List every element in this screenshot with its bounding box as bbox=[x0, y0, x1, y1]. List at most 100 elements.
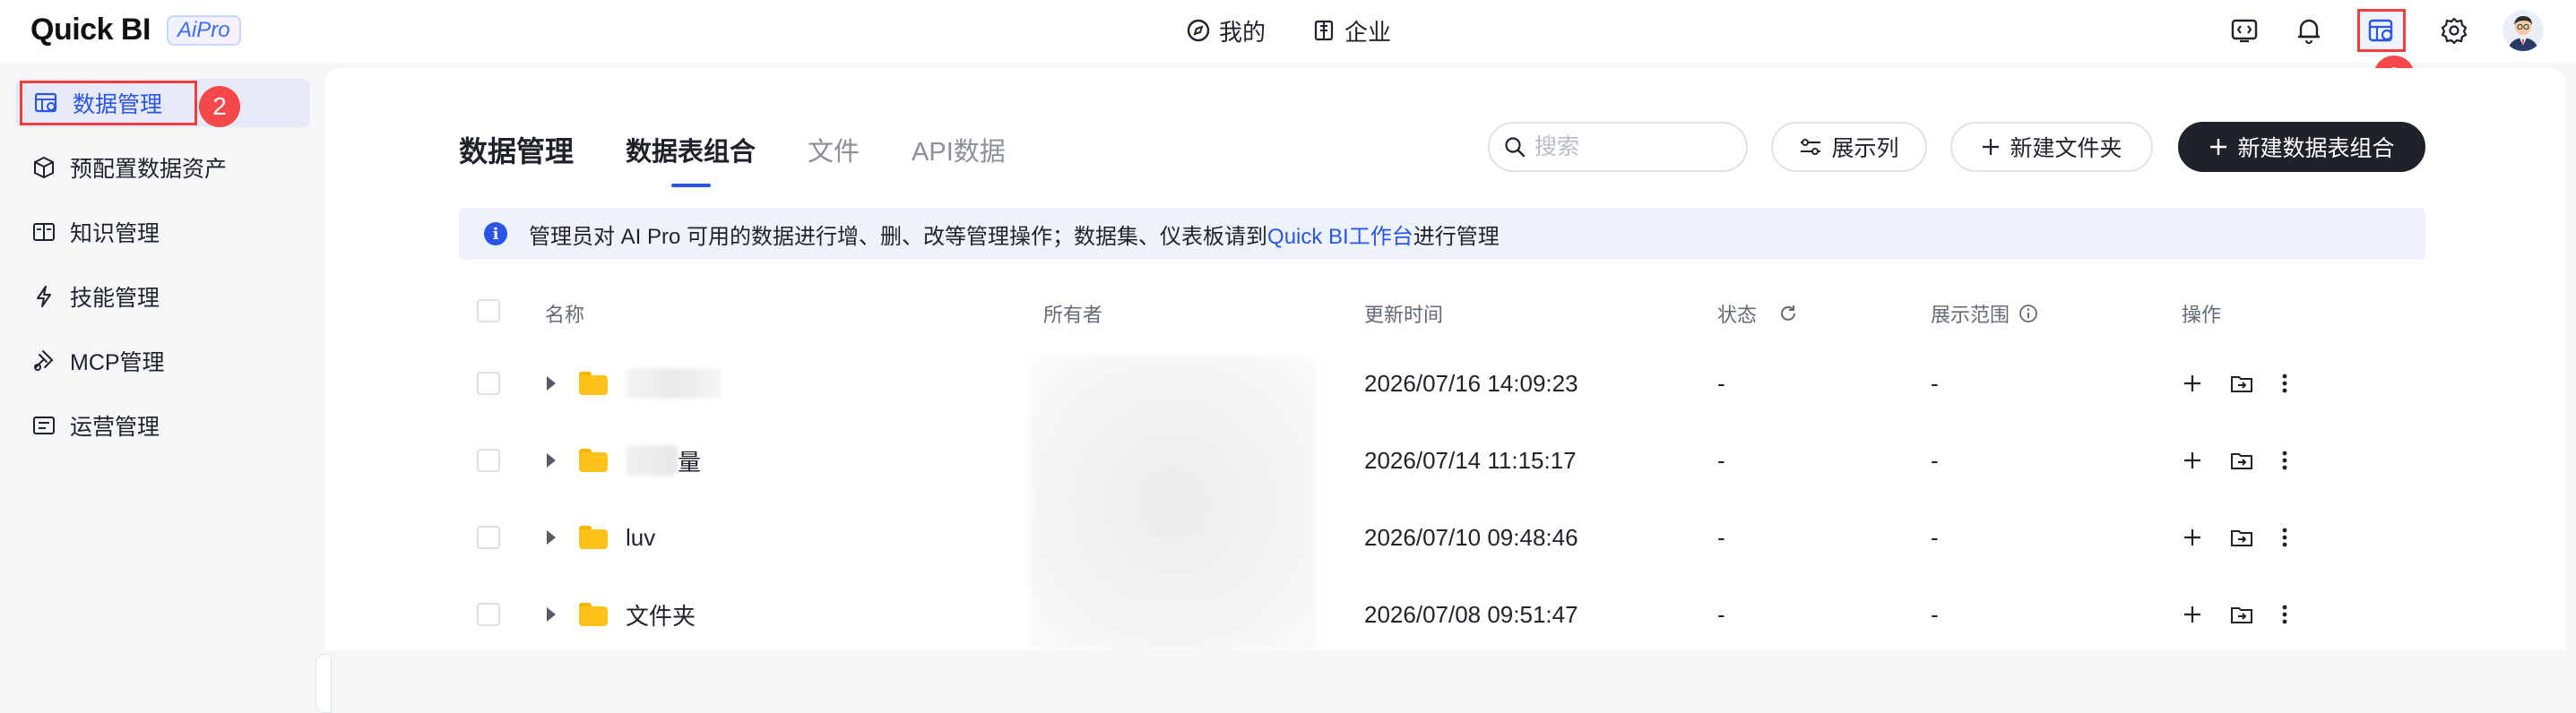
row-status: - bbox=[1717, 369, 1725, 397]
move-to-folder-icon[interactable] bbox=[2230, 450, 2253, 471]
mcp-icon bbox=[32, 349, 56, 373]
info-banner: i 管理员对 AI Pro 可用的数据进行增、删、改等管理操作；数据集、仪表板请… bbox=[459, 208, 2425, 260]
add-icon[interactable] bbox=[2182, 527, 2203, 548]
search-box[interactable] bbox=[1488, 122, 1748, 172]
column-name: 名称 bbox=[545, 299, 584, 328]
select-all-checkbox[interactable] bbox=[477, 299, 500, 322]
sidebar-collapse-handle[interactable] bbox=[316, 654, 332, 713]
page-title: 数据管理 bbox=[459, 135, 575, 168]
row-scope: - bbox=[1931, 369, 1939, 397]
nav-mine[interactable]: 我的 bbox=[1187, 13, 1266, 48]
columns-icon bbox=[1799, 138, 1822, 156]
sidebar-item-label: 技能管理 bbox=[70, 286, 160, 311]
sidebar-item-label: 运营管理 bbox=[70, 415, 160, 440]
expand-caret-icon[interactable] bbox=[547, 607, 556, 622]
more-icon[interactable] bbox=[2280, 449, 2289, 472]
tab-bar: 数据管理 数据表组合 文件 API数据 bbox=[459, 129, 1058, 187]
sidebar-item-label: 知识管理 bbox=[70, 221, 160, 246]
checkbox[interactable] bbox=[477, 299, 500, 322]
expand-caret-icon[interactable] bbox=[547, 453, 556, 468]
row-checkbox[interactable] bbox=[477, 526, 500, 549]
row-updated: 2026/07/10 09:48:46 bbox=[1364, 523, 1578, 551]
row-status: - bbox=[1717, 446, 1725, 474]
sidebar-item-operations[interactable]: 运营管理 bbox=[20, 403, 160, 448]
table-row[interactable]: 2026/07/16 14:09:23 - - bbox=[459, 345, 2425, 422]
column-updated: 更新时间 bbox=[1364, 299, 1443, 328]
table-row[interactable]: luv 2026/07/10 09:48:46 - - bbox=[459, 499, 2425, 576]
add-icon[interactable] bbox=[2182, 373, 2203, 394]
nav-mine-label: 我的 bbox=[1219, 18, 1266, 46]
nav-enterprise[interactable]: 企业 bbox=[1312, 13, 1391, 48]
report-icon bbox=[32, 415, 56, 436]
tab-api-data[interactable]: API数据 bbox=[912, 130, 1006, 169]
sidebar-item-knowledge[interactable]: 知识管理 bbox=[20, 210, 160, 254]
table-header: 名称 所有者 更新时间 状态 展示范围 操作 bbox=[459, 292, 2425, 331]
info-circle-icon[interactable] bbox=[2018, 304, 2038, 323]
row-checkbox[interactable] bbox=[477, 449, 500, 472]
table-row[interactable]: 文件夹 2026/07/08 09:51:47 - - bbox=[459, 576, 2425, 653]
sidebar-item-label: MCP管理 bbox=[70, 350, 165, 375]
info-banner-suffix: 进行管理 bbox=[1413, 224, 1500, 249]
add-icon[interactable] bbox=[2182, 604, 2203, 625]
column-header-label: 展示范围 bbox=[1931, 304, 2010, 326]
blurred-name bbox=[626, 445, 678, 476]
row-updated: 2026/07/16 14:09:23 bbox=[1364, 369, 1578, 397]
more-icon[interactable] bbox=[2280, 603, 2289, 626]
plus-icon bbox=[2209, 137, 2228, 157]
logo[interactable]: Quick BI AiPro bbox=[30, 13, 241, 47]
folder-icon bbox=[579, 526, 608, 549]
move-to-folder-icon[interactable] bbox=[2230, 604, 2253, 625]
plus-icon bbox=[1981, 137, 2001, 157]
move-to-folder-icon[interactable] bbox=[2230, 373, 2253, 394]
folder-icon bbox=[579, 372, 608, 395]
sidebar-item-mcp[interactable]: MCP管理 bbox=[20, 339, 165, 383]
column-header-label: 状态 bbox=[1717, 304, 1758, 326]
new-folder-button[interactable]: 新建文件夹 bbox=[1950, 122, 2153, 172]
row-checkbox[interactable] bbox=[477, 372, 500, 395]
row-updated: 2026/07/08 09:51:47 bbox=[1364, 600, 1578, 628]
tab-files[interactable]: 文件 bbox=[808, 130, 860, 169]
column-actions: 操作 bbox=[2182, 299, 2221, 328]
blurred-name bbox=[626, 368, 722, 399]
column-status: 状态 bbox=[1717, 299, 1798, 328]
bell-icon[interactable] bbox=[2293, 14, 2325, 47]
data-management-icon[interactable] bbox=[2357, 9, 2406, 52]
avatar[interactable] bbox=[2503, 10, 2544, 51]
annotation-marker-2: 2 bbox=[199, 86, 240, 127]
expand-caret-icon[interactable] bbox=[547, 376, 556, 391]
row-updated: 2026/07/14 11:15:17 bbox=[1364, 446, 1577, 474]
info-icon: i bbox=[484, 222, 507, 245]
code-icon[interactable] bbox=[2228, 14, 2260, 47]
more-icon[interactable] bbox=[2280, 372, 2289, 395]
column-header-label: 所有者 bbox=[1043, 304, 1103, 326]
refresh-icon[interactable] bbox=[1778, 304, 1798, 323]
workbench-link[interactable]: Quick BI工作台 bbox=[1267, 225, 1413, 249]
add-icon[interactable] bbox=[2182, 450, 2203, 471]
move-to-folder-icon[interactable] bbox=[2230, 527, 2253, 548]
sidebar-item-data-management[interactable]: 数据管理 bbox=[20, 81, 197, 125]
column-header-label: 操作 bbox=[2182, 304, 2222, 326]
top-nav: 我的 企业 bbox=[1187, 13, 1391, 48]
sidebar-item-skills[interactable]: 技能管理 bbox=[20, 274, 160, 319]
new-table-combo-button[interactable]: 新建数据表组合 bbox=[2178, 122, 2425, 172]
tab-table-combo[interactable]: 数据表组合 bbox=[626, 130, 756, 187]
compass-icon bbox=[1187, 19, 1210, 42]
new-folder-label: 新建文件夹 bbox=[2010, 136, 2122, 161]
search-input[interactable] bbox=[1534, 133, 1732, 160]
sidebar-item-preconfigured-assets[interactable]: 预配置数据资产 bbox=[20, 145, 227, 190]
more-icon[interactable] bbox=[2280, 526, 2289, 549]
expand-caret-icon[interactable] bbox=[547, 530, 556, 545]
ai-pro-badge: AiPro bbox=[166, 14, 241, 46]
info-banner-text: 管理员对 AI Pro 可用的数据进行增、删、改等管理操作；数据集、仪表板请到Q… bbox=[529, 219, 1500, 250]
columns-button[interactable]: 展示列 bbox=[1771, 122, 1927, 172]
settings-icon[interactable] bbox=[2438, 14, 2470, 47]
column-header-label: 更新时间 bbox=[1364, 304, 1444, 326]
sidebar-item-label: 预配置数据资产 bbox=[70, 157, 228, 182]
table-row[interactable]: 量 2026/07/14 11:15:17 - - bbox=[459, 422, 2425, 499]
new-table-combo-label: 新建数据表组合 bbox=[2237, 136, 2395, 161]
row-scope: - bbox=[1931, 600, 1939, 628]
row-checkbox[interactable] bbox=[477, 603, 500, 626]
info-banner-message: 管理员对 AI Pro 可用的数据进行增、删、改等管理操作；数据集、仪表板请到 bbox=[529, 224, 1268, 249]
column-owner: 所有者 bbox=[1043, 299, 1102, 328]
column-header-label: 名称 bbox=[545, 304, 585, 326]
